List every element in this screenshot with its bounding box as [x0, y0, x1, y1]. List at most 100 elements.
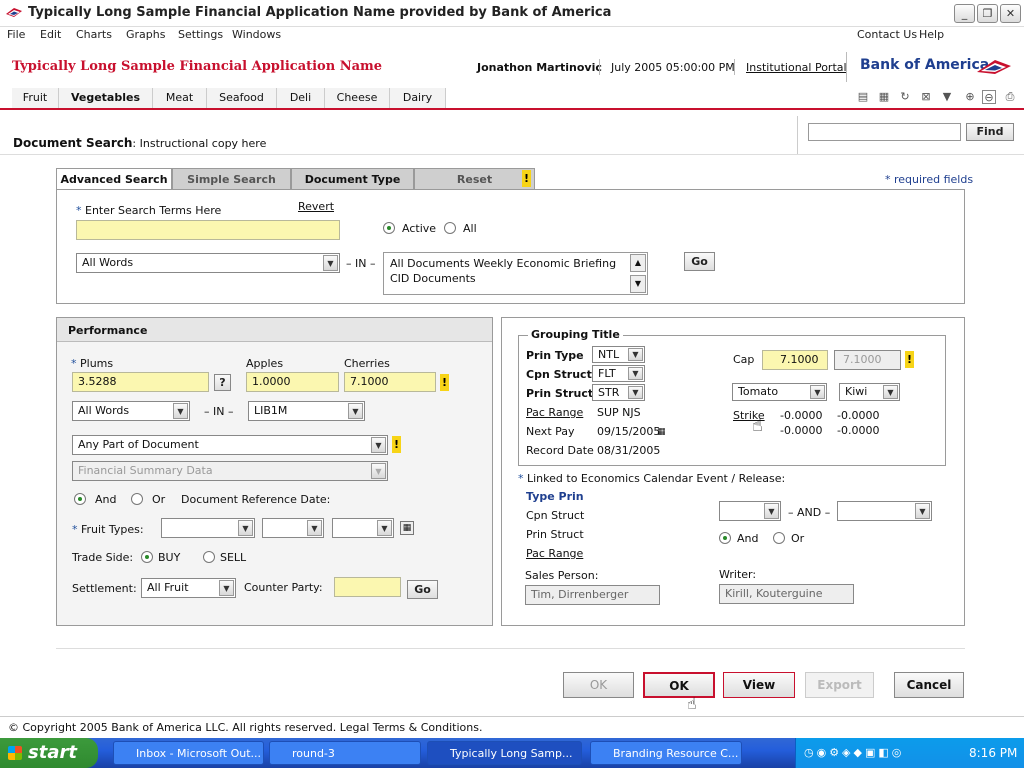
revert-link[interactable]: Revert	[298, 200, 334, 213]
list-item[interactable]: CID Documents	[390, 272, 476, 285]
kiwi-select[interactable]: Kiwi ▼	[839, 383, 900, 401]
hand-cursor-icon: ☝	[752, 415, 763, 436]
search-terms-input[interactable]	[76, 220, 340, 240]
ok-button[interactable]: OK	[643, 672, 715, 698]
nav-tab-meat[interactable]: Meat	[153, 88, 207, 108]
cherries-input[interactable]: 7.1000	[344, 372, 436, 392]
print-icon[interactable]: ⎙	[1003, 90, 1017, 104]
sell-radio[interactable]	[203, 551, 215, 563]
strike-value: -0.0000	[837, 424, 880, 437]
view-button[interactable]: View	[723, 672, 795, 698]
fruit-type-select-1[interactable]: ▼	[161, 518, 255, 538]
counter-party-input[interactable]	[334, 577, 401, 597]
close-button[interactable]: ✕	[1000, 4, 1021, 23]
perf-words-select[interactable]: All Words ▼	[72, 401, 190, 421]
calendar-icon[interactable]: ▦	[657, 427, 666, 437]
and-radio[interactable]	[74, 493, 86, 505]
fruit-type-select-2[interactable]: ▼	[262, 518, 324, 538]
zoom-in-icon[interactable]: ⊕	[963, 90, 977, 104]
copyright-footer: © Copyright 2005 Bank of America LLC. Al…	[8, 721, 483, 734]
tab-simple-search[interactable]: Simple Search	[172, 168, 291, 190]
apples-input[interactable]: 1.0000	[246, 372, 339, 392]
help-button[interactable]: ?	[214, 374, 231, 391]
type-prin-label: Type Prin	[526, 490, 584, 503]
chevron-down-icon: ▼	[371, 437, 386, 453]
document-alt-icon[interactable]: ▦	[877, 90, 891, 104]
document-part-select[interactable]: Any Part of Document ▼	[72, 435, 388, 455]
minimize-button[interactable]: _	[954, 4, 975, 23]
linked-select-2[interactable]: ▼	[837, 501, 932, 521]
scroll-down-icon[interactable]: ▼	[630, 275, 646, 293]
refresh-icon[interactable]: ↻	[898, 90, 912, 104]
taskbar-task-app[interactable]: Typically Long Samp...	[427, 741, 582, 765]
counter-party-go-button[interactable]: Go	[407, 580, 438, 599]
filter-icon[interactable]: ▼	[940, 90, 954, 104]
linked-and-radio[interactable]	[719, 532, 731, 544]
divider	[0, 154, 1024, 155]
delete-icon[interactable]: ⊠	[919, 90, 933, 104]
help-link[interactable]: Help	[919, 28, 944, 41]
words-select[interactable]: All Words ▼	[76, 253, 340, 273]
pac-range-link[interactable]: Pac Range	[526, 406, 583, 419]
status-active-label: Active	[402, 222, 437, 235]
contact-us-link[interactable]: Contact Us	[857, 28, 917, 41]
tab-document-type[interactable]: Document Type	[291, 168, 414, 190]
nav-tab-deli[interactable]: Deli	[277, 88, 325, 108]
grouping-title: Grouping Title	[528, 328, 623, 341]
taskbar-task-inbox[interactable]: Inbox - Microsoft Out...	[113, 741, 264, 765]
zoom-out-icon[interactable]: ⊖	[982, 90, 996, 104]
scroll-up-icon[interactable]: ▲	[630, 254, 646, 272]
document-search-heading: Document Search: Instructional copy here	[13, 136, 266, 150]
institutional-portal-link[interactable]: Institutional Portal	[746, 61, 847, 74]
linked-or-radio[interactable]	[773, 532, 785, 544]
cpn-struct-select[interactable]: FLT ▼	[592, 365, 645, 382]
tray-icons[interactable]: ◷◉⚙◈◆▣◧◎	[804, 746, 934, 760]
linked-select-1[interactable]: ▼	[719, 501, 781, 521]
lib-select[interactable]: LIB1M ▼	[248, 401, 365, 421]
search-go-button[interactable]: Go	[684, 252, 715, 271]
document-icon[interactable]: ▤	[856, 90, 870, 104]
tab-advanced-search[interactable]: Advanced Search	[56, 168, 172, 190]
find-button[interactable]: Find	[966, 123, 1014, 141]
tab-reset[interactable]: Reset	[414, 168, 535, 190]
financial-summary-select: Financial Summary Data ▼	[72, 461, 388, 481]
cap-input[interactable]: 7.1000	[762, 350, 828, 370]
taskbar-task-round3[interactable]: round-3	[269, 741, 421, 765]
nav-tab-dairy[interactable]: Dairy	[390, 88, 446, 108]
menu-file[interactable]: File	[7, 28, 25, 41]
tomato-select[interactable]: Tomato ▼	[732, 383, 827, 401]
prin-type-select[interactable]: NTL ▼	[592, 346, 645, 363]
settlement-select[interactable]: All Fruit ▼	[141, 578, 236, 598]
prin-struct-select[interactable]: STR ▼	[592, 384, 645, 401]
or-radio[interactable]	[131, 493, 143, 505]
nav-tab-vegetables[interactable]: Vegetables	[59, 88, 153, 108]
status-active-radio[interactable]	[383, 222, 395, 234]
menu-graphs[interactable]: Graphs	[126, 28, 165, 41]
counter-party-label: Counter Party:	[244, 581, 323, 594]
menu-charts[interactable]: Charts	[76, 28, 112, 41]
divider	[0, 716, 1024, 717]
start-button[interactable]: start	[0, 738, 98, 768]
status-all-radio[interactable]	[444, 222, 456, 234]
menu-windows[interactable]: Windows	[232, 28, 281, 41]
menu-edit[interactable]: Edit	[40, 28, 61, 41]
restore-button[interactable]: ❐	[977, 4, 998, 23]
nav-tab-fruit[interactable]: Fruit	[12, 88, 59, 108]
find-input[interactable]	[808, 123, 961, 141]
taskbar-task-branding[interactable]: Branding Resource C...	[590, 741, 742, 765]
nav-tab-cheese[interactable]: Cheese	[325, 88, 390, 108]
start-label: start	[28, 742, 77, 763]
fruit-types-label: * Fruit Types:	[72, 523, 144, 536]
plums-input[interactable]: 3.5288	[72, 372, 209, 392]
fruit-type-select-3[interactable]: ▼	[332, 518, 394, 538]
menu-settings[interactable]: Settings	[178, 28, 223, 41]
nav-tab-seafood[interactable]: Seafood	[207, 88, 277, 108]
chevron-down-icon: ▼	[764, 503, 779, 519]
list-item[interactable]: All Documents Weekly Economic Briefing	[390, 257, 616, 270]
cancel-button[interactable]: Cancel	[894, 672, 964, 698]
cpn-struct-label: Cpn Struct	[526, 368, 592, 381]
linked-pac-range-link[interactable]: Pac Range	[526, 547, 583, 560]
document-list[interactable]: All Documents Weekly Economic Briefing C…	[383, 252, 648, 295]
buy-radio[interactable]	[141, 551, 153, 563]
calendar-icon[interactable]: ▦	[400, 521, 414, 535]
